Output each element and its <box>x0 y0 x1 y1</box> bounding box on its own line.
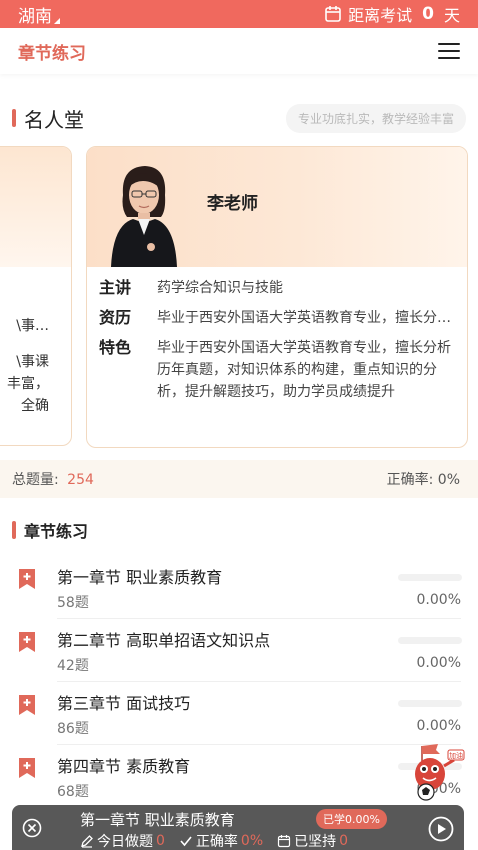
accuracy-stat: 正确率 0% <box>179 831 263 850</box>
chapter-question-count: 42题 <box>57 658 89 674</box>
hall-of-fame-tagline: 专业功底扎实，教学经验丰富 <box>285 103 466 133</box>
divider <box>57 681 461 682</box>
chapter-name: 第一章节 职业素质教育 <box>57 568 223 587</box>
dropdown-indicator-icon <box>54 17 60 24</box>
hall-of-fame-title: 名人堂 <box>24 107 84 132</box>
mascot-icon[interactable]: 加油 <box>404 738 466 804</box>
chapter-question-count: 86题 <box>57 721 89 737</box>
chapter-section-title: 章节练习 <box>24 522 89 541</box>
today-questions-value: 0 <box>156 833 165 849</box>
teacher-banner: 李老师 <box>87 147 467 267</box>
accuracy-value: 0% <box>437 472 460 488</box>
teacher-resume-value: 毕业于西安外国语大学英语教育专业，擅长分析历年真题 <box>157 310 453 326</box>
close-icon[interactable] <box>22 818 42 838</box>
region-selector[interactable]: 湖南 <box>18 2 60 27</box>
streak-stat: 已坚持 0 <box>277 831 348 850</box>
divider <box>57 744 461 745</box>
bookmark-plus-icon <box>19 695 35 715</box>
mascot-flag-text: 加油 <box>449 751 463 760</box>
side-card-text: 丰富， <box>7 376 49 392</box>
teacher-photo <box>111 166 177 267</box>
exam-days-unit: 天 <box>443 6 460 25</box>
teacher-card[interactable]: 李老师 主讲 药学综合知识与技能 资历 毕业于西安外国语大学英语教育专业，擅长分… <box>86 146 468 448</box>
chapter-name: 第二章节 高职单招语文知识点 <box>57 631 271 650</box>
exam-countdown-label: 距离考试 <box>348 6 413 25</box>
teacher-subject-label: 主讲 <box>99 278 132 297</box>
chapter-name: 第三章节 面试技巧 <box>57 694 191 713</box>
learned-badge: 已学0.00% <box>316 809 387 829</box>
chapter-progress-bar <box>398 637 462 644</box>
section-accent-bar <box>12 521 16 539</box>
current-chapter-name: 第一章节 职业素质教育 <box>80 811 235 829</box>
chapter-section-header: 章节练习 <box>12 518 88 542</box>
question-stats: 总题量: 254 正确率: 0% <box>0 460 478 498</box>
check-icon <box>180 836 192 847</box>
teacher-name: 李老师 <box>207 194 258 214</box>
teacher-feature-row: 特色 毕业于西安外国语大学英语教育专业，擅长分析历年真题，对知识体系的构建，重点… <box>99 337 453 403</box>
total-questions-value: 254 <box>67 472 94 488</box>
accuracy-stat-label: 正确率 <box>195 834 238 850</box>
streak-value: 0 <box>339 833 349 849</box>
region-label: 湖南 <box>18 6 52 27</box>
chapter-item[interactable]: 第一章节 职业素质教育 58题 0.00% <box>0 562 478 626</box>
calendar-icon <box>324 5 342 23</box>
bookmark-plus-icon <box>19 632 35 652</box>
accuracy-label: 正确率: <box>386 472 434 488</box>
pencil-icon <box>81 835 93 848</box>
chapter-percent: 0.00% <box>416 655 461 671</box>
hall-of-fame-header: 名人堂 专业功底扎实，教学经验丰富 <box>0 100 478 136</box>
section-accent-bar <box>12 109 16 127</box>
accuracy-stat-value: 0% <box>240 833 264 849</box>
chapter-progress-bar <box>398 574 462 581</box>
app-header: 章节练习 <box>0 28 478 74</box>
teacher-subject-row: 主讲 药学综合知识与技能 <box>99 277 453 299</box>
status-bar: 湖南 距离考试 0 天 <box>0 0 478 28</box>
chapter-question-count: 68题 <box>57 784 89 800</box>
side-card-text: \事课 <box>16 354 49 370</box>
streak-label: 已坚持 <box>294 834 337 850</box>
chapter-name: 第四章节 素质教育 <box>57 757 191 776</box>
teacher-feature-value: 毕业于西安外国语大学英语教育专业，擅长分析历年真题，对知识体系的构建，重点知识的… <box>157 340 451 400</box>
chapter-percent: 0.00% <box>416 592 461 608</box>
bookmark-plus-icon <box>19 758 35 778</box>
chapter-item[interactable]: 第二章节 高职单招语文知识点 42题 0.00% <box>0 625 478 689</box>
today-questions: 今日做题 0 <box>80 831 165 850</box>
menu-icon[interactable] <box>438 43 460 59</box>
chapter-percent: 0.00% <box>416 718 461 734</box>
chapter-question-count: 58题 <box>57 595 89 611</box>
teacher-subject-value: 药学综合知识与技能 <box>157 280 283 296</box>
play-icon[interactable] <box>428 816 454 842</box>
exam-days-value: 0 <box>422 4 434 24</box>
teacher-resume-label: 资历 <box>99 308 132 327</box>
side-card-text: 全确 <box>21 398 49 414</box>
exam-countdown: 距离考试 0 天 <box>324 2 460 26</box>
chapter-progress-bar <box>398 700 462 707</box>
divider <box>57 618 461 619</box>
teacher-card-previous[interactable]: \事… \事课 丰富， 全确 <box>0 146 72 446</box>
teacher-resume-row: 资历 毕业于西安外国语大学英语教育专业，擅长分析历年真题 <box>99 307 453 329</box>
study-progress-bar: 第一章节 职业素质教育 已学0.00% 今日做题 0 正确率 0% 已坚持 0 <box>12 805 464 850</box>
side-card-text: \事… <box>16 318 49 334</box>
page-title: 章节练习 <box>18 43 86 64</box>
bookmark-plus-icon <box>19 569 35 589</box>
total-questions-label: 总题量: <box>12 472 59 488</box>
today-questions-label: 今日做题 <box>97 834 153 850</box>
teacher-feature-label: 特色 <box>99 338 132 357</box>
calendar-icon <box>278 835 291 848</box>
